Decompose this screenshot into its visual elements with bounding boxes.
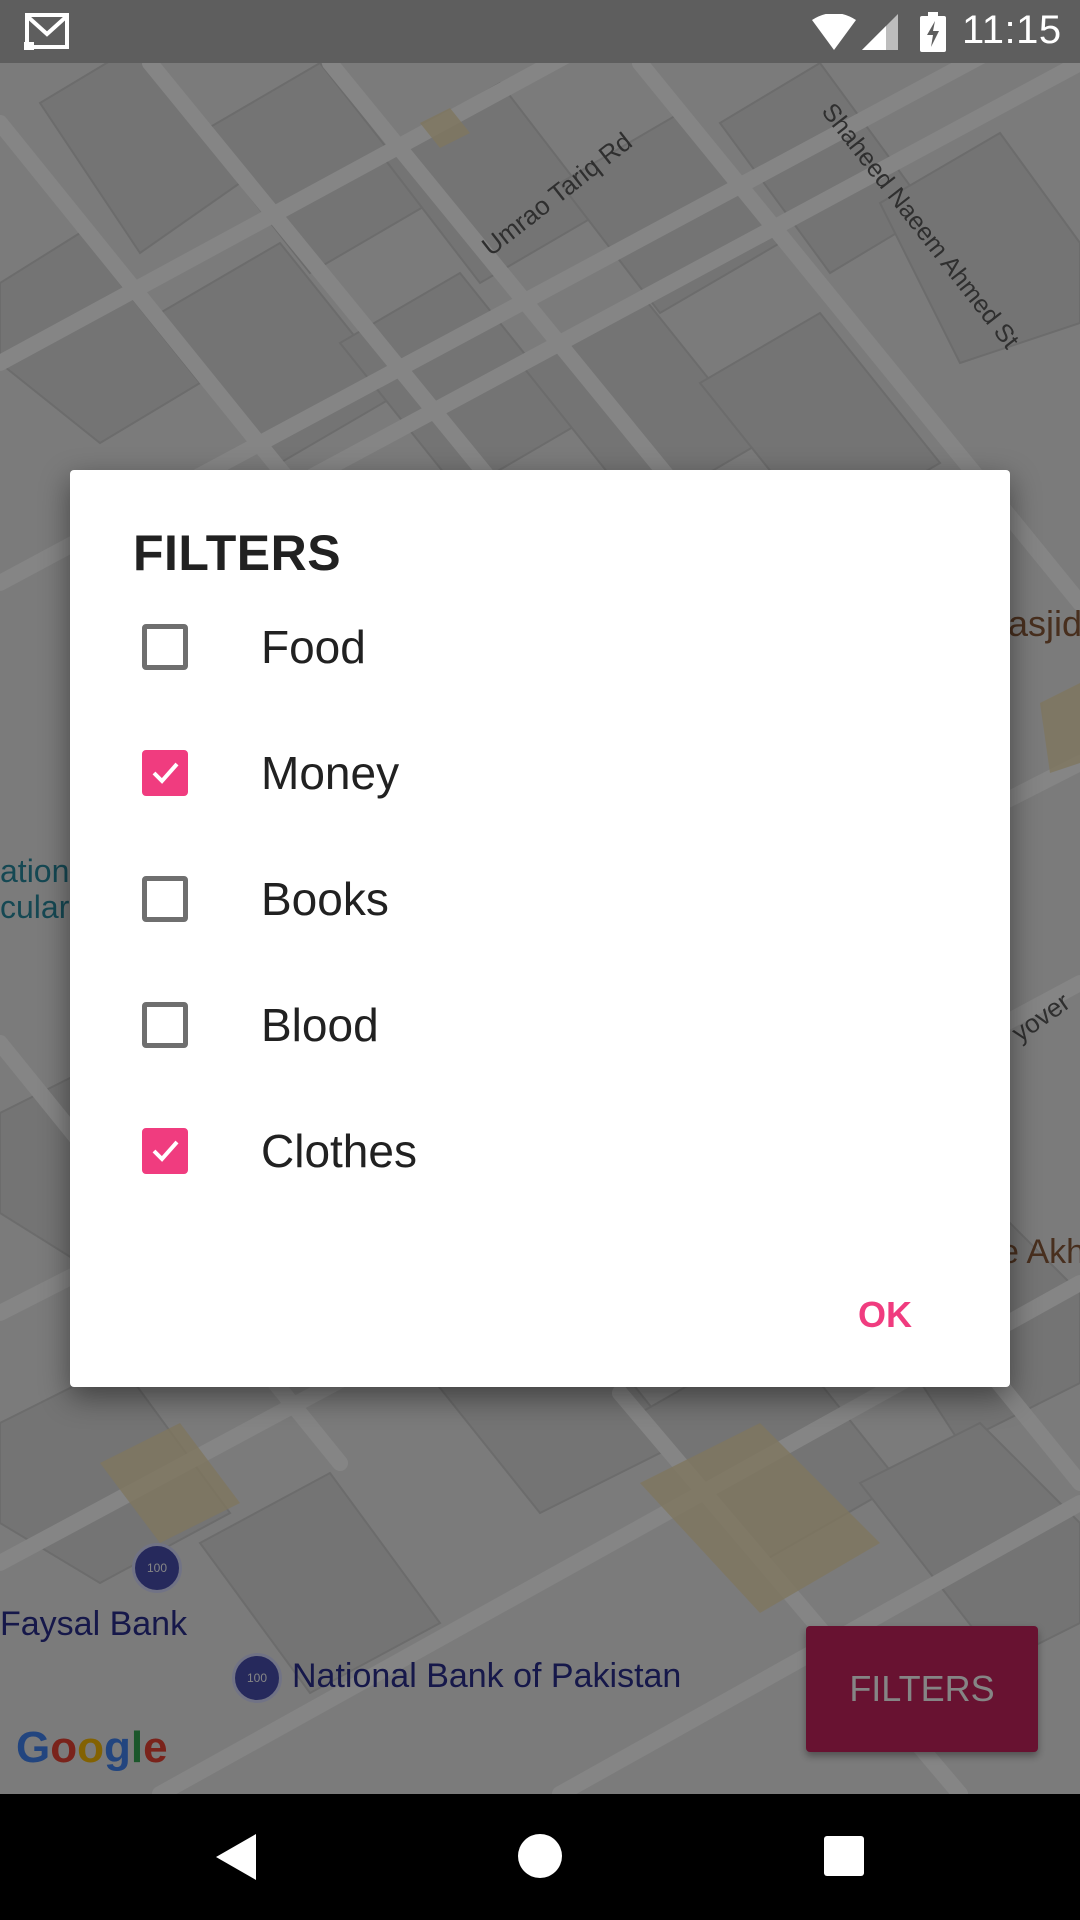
clock: 11:15 xyxy=(962,8,1062,52)
filter-label: Books xyxy=(261,873,389,925)
mail-icon xyxy=(24,13,69,50)
status-bar: 11:15 xyxy=(0,0,1080,63)
filters-dialog: FILTERS Food Money Books Blood Clothes O… xyxy=(70,470,1010,1387)
battery-charging-icon xyxy=(920,12,946,52)
dialog-title: FILTERS xyxy=(133,525,342,581)
filter-option-food[interactable]: Food xyxy=(70,594,1010,694)
filter-option-blood[interactable]: Blood xyxy=(70,972,1010,1072)
checkbox-books[interactable] xyxy=(142,876,188,922)
filter-option-clothes[interactable]: Clothes xyxy=(70,1098,1010,1198)
navigation-bar xyxy=(0,1794,1080,1920)
home-icon[interactable] xyxy=(518,1834,562,1878)
checkbox-clothes[interactable] xyxy=(142,1128,188,1174)
checkbox-money[interactable] xyxy=(142,750,188,796)
screen: 11:15 Umrao Tariq Rd Shaheed Naeem Ahmed… xyxy=(0,0,1080,1920)
filter-label: Food xyxy=(261,621,366,673)
checkmark-icon xyxy=(152,762,179,784)
back-icon[interactable] xyxy=(214,1832,258,1882)
filter-label: Blood xyxy=(261,999,379,1051)
filter-option-books[interactable]: Books xyxy=(70,846,1010,946)
filter-option-money[interactable]: Money xyxy=(70,720,1010,820)
filter-label: Money xyxy=(261,747,400,799)
signal-icon xyxy=(862,14,898,50)
recents-icon[interactable] xyxy=(824,1836,864,1876)
filter-label: Clothes xyxy=(261,1125,417,1177)
ok-button[interactable]: OK xyxy=(846,1288,924,1342)
checkbox-food[interactable] xyxy=(142,624,188,670)
checkmark-icon xyxy=(152,1140,179,1162)
wifi-icon xyxy=(812,14,856,50)
checkbox-blood[interactable] xyxy=(142,1002,188,1048)
